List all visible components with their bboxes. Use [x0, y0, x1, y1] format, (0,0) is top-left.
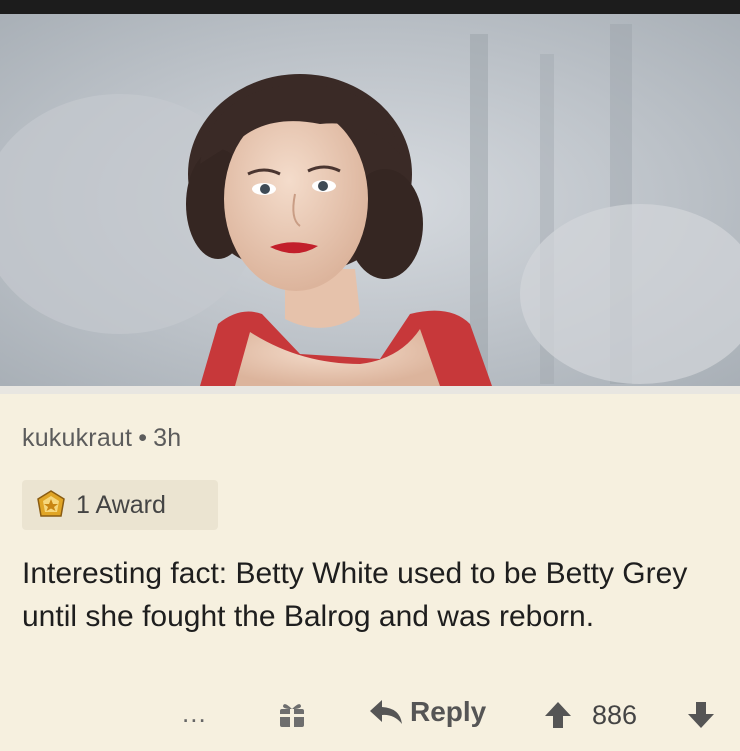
downvote-icon[interactable] — [686, 700, 716, 730]
comment-actions: ... Reply 886 — [0, 694, 740, 740]
reply-arrow-icon — [370, 700, 402, 724]
comment-username[interactable]: kukukraut — [22, 424, 132, 452]
upvote-icon[interactable] — [543, 700, 573, 730]
award-label: 1 Award — [76, 490, 166, 519]
award-chip[interactable]: 1 Award — [22, 480, 218, 530]
gift-icon[interactable] — [279, 700, 305, 728]
award-badge-icon — [37, 490, 65, 517]
post-image[interactable] — [0, 14, 740, 386]
reply-label: Reply — [410, 696, 487, 727]
divider — [0, 386, 740, 394]
meta-separator: • — [138, 424, 148, 452]
more-icon[interactable]: ... — [182, 698, 207, 729]
comment-card: kukukraut • 3h 1 Award Interesting fact: B… — [0, 394, 740, 751]
top-bar — [0, 0, 740, 14]
reply-button[interactable]: Reply — [368, 696, 486, 728]
comment-timestamp: 3h — [153, 424, 182, 452]
vote-score: 886 — [592, 700, 638, 730]
comment-body: Interesting fact: Betty White used to be… — [22, 557, 688, 633]
comment-meta: kukukraut • 3h — [22, 424, 181, 453]
